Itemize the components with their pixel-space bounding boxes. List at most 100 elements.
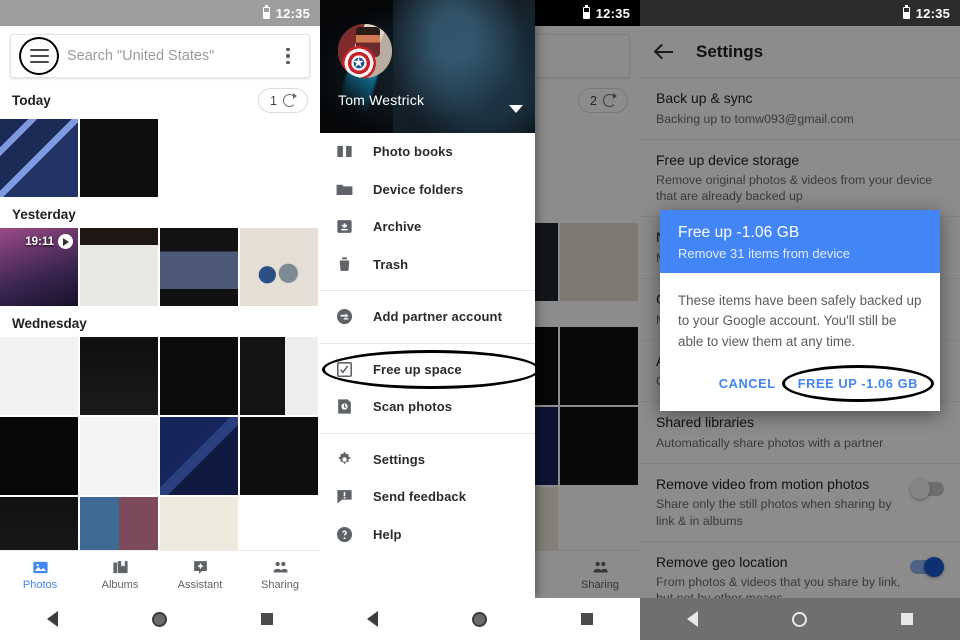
dialog-header: Free up -1.06 GB Remove 31 items from de… (660, 210, 940, 273)
photo-thumbnail[interactable] (80, 119, 158, 197)
drawer-account-header[interactable]: Tom Westrick (320, 0, 535, 133)
drawer-item-archive[interactable]: Archive (320, 208, 535, 246)
settings-body: Settings Back up & sync Backing up to to… (640, 26, 960, 620)
confirm-button-label: FREE UP -1.06 GB (797, 376, 918, 392)
drawer-item-label: Send feedback (373, 489, 467, 505)
battery-icon (262, 5, 270, 19)
drawer-item-help[interactable]: Help (320, 516, 535, 554)
header-cover-image (393, 0, 535, 133)
more-vert-icon[interactable] (277, 47, 299, 65)
photo-thumbnail[interactable] (240, 337, 318, 415)
dialog-subtitle: Remove 31 items from device (678, 246, 850, 261)
android-nav-bar (0, 598, 320, 640)
tab-albums[interactable]: Albums (80, 551, 160, 598)
drawer-item-label: Trash (373, 256, 409, 272)
tab-photos[interactable]: Photos (0, 551, 80, 598)
status-bar-time: 12:35 (915, 5, 950, 21)
photo-thumbnail[interactable] (160, 228, 238, 306)
assistant-icon (193, 560, 207, 574)
photo-thumbnail[interactable] (240, 417, 318, 495)
avatar[interactable] (338, 24, 392, 78)
bottom-tab-bar: Photos Albums Assistant Sharing (0, 550, 320, 598)
tab-label: Sharing (261, 578, 299, 591)
photo-thumbnail[interactable] (160, 337, 238, 415)
section-header-wednesday: Wednesday (0, 306, 320, 337)
backup-status-badge[interactable]: 1 (258, 88, 308, 113)
account-name: Tom Westrick (338, 92, 425, 108)
gear-icon (334, 449, 355, 470)
status-bar-time: 12:35 (275, 5, 310, 21)
tab-label: Albums (101, 578, 139, 591)
drawer-menu-list: Photo books Device folders Archive Trash… (320, 133, 535, 553)
feedback-icon (334, 486, 355, 507)
badge-count: 1 (270, 93, 277, 108)
hamburger-menu-icon[interactable] (19, 37, 59, 75)
archive-icon (334, 216, 355, 237)
tab-assistant[interactable]: Assistant (160, 551, 240, 598)
drawer-divider (320, 342, 535, 344)
drawer-item-device-folders[interactable]: Device folders (320, 171, 535, 209)
search-input[interactable]: Search "United States" (67, 48, 267, 64)
three-panel-screenshot: 12:35 Search "United States" Today 1 Yes… (0, 0, 960, 640)
folder-icon (334, 179, 355, 200)
sync-icon (283, 93, 297, 107)
home-circle-icon[interactable] (152, 611, 167, 627)
drawer-item-label: Scan photos (373, 399, 453, 415)
drawer-item-settings[interactable]: Settings (320, 441, 535, 479)
tab-label: Assistant (177, 578, 223, 591)
photo-thumbnail[interactable] (80, 417, 158, 495)
status-bar: 12:35 (0, 0, 320, 26)
confirm-free-up-button[interactable]: FREE UP -1.06 GB (781, 365, 934, 403)
home-circle-icon[interactable] (792, 611, 807, 627)
back-triangle-icon[interactable] (687, 611, 698, 627)
recents-square-icon[interactable] (581, 613, 593, 625)
photo-grid-yesterday: 19:11 (0, 228, 320, 306)
section-title: Wednesday (12, 316, 87, 331)
photo-thumbnail[interactable] (160, 417, 238, 495)
chevron-down-icon[interactable] (509, 105, 523, 113)
drawer-item-scan-photos[interactable]: Scan photos (320, 388, 535, 426)
annotation-circle-menu (19, 37, 59, 75)
tab-sharing[interactable]: Sharing (240, 551, 320, 598)
home-circle-icon[interactable] (472, 611, 487, 627)
drawer-item-label: Settings (373, 451, 426, 467)
dialog-body-text: These items have been safely backed up t… (678, 293, 922, 349)
tab-label: Photos (22, 578, 58, 591)
recents-square-icon[interactable] (261, 613, 273, 625)
back-triangle-icon[interactable] (367, 611, 378, 627)
photo-grid-today (0, 119, 320, 197)
section-title: Yesterday (12, 207, 76, 222)
drawer-item-label: Device folders (373, 181, 464, 197)
drawer-item-send-feedback[interactable]: Send feedback (320, 478, 535, 516)
photo-thumbnail[interactable] (0, 417, 78, 495)
drawer-item-free-up-space[interactable]: Free up space (320, 349, 535, 389)
scan-photos-icon (334, 396, 355, 417)
free-up-space-icon (334, 359, 355, 380)
status-bar: 12:35 (640, 0, 960, 26)
back-triangle-icon[interactable] (47, 611, 58, 627)
drawer-item-label: Add partner account (373, 309, 503, 325)
navigation-drawer: Tom Westrick Photo books Device folders (320, 0, 535, 598)
section-header-today: Today 1 (0, 78, 320, 119)
search-bar[interactable]: Search "United States" (10, 34, 310, 78)
video-duration-badge: 19:11 (25, 234, 73, 249)
section-title: Today (12, 93, 51, 108)
drawer-item-add-partner-account[interactable]: Add partner account (320, 298, 535, 336)
android-nav-bar (640, 598, 960, 640)
video-thumbnail[interactable]: 19:11 (0, 228, 78, 306)
recents-square-icon[interactable] (901, 613, 913, 625)
partner-share-icon (334, 306, 355, 327)
drawer-item-trash[interactable]: Trash (320, 246, 535, 284)
cancel-button[interactable]: CANCEL (711, 370, 784, 397)
photo-thumbnail[interactable] (80, 337, 158, 415)
drawer-item-label: Archive (373, 219, 422, 235)
status-bar-time: 12:35 (595, 5, 630, 21)
photo-thumbnail[interactable] (0, 119, 78, 197)
sharing-icon (272, 561, 288, 572)
photo-thumbnail[interactable] (240, 228, 318, 306)
video-duration: 19:11 (25, 235, 54, 248)
photo-thumbnail[interactable] (80, 228, 158, 306)
photos-body: Search "United States" Today 1 Yesterday (0, 26, 320, 598)
drawer-item-photo-books[interactable]: Photo books (320, 133, 535, 171)
photo-thumbnail[interactable] (0, 337, 78, 415)
